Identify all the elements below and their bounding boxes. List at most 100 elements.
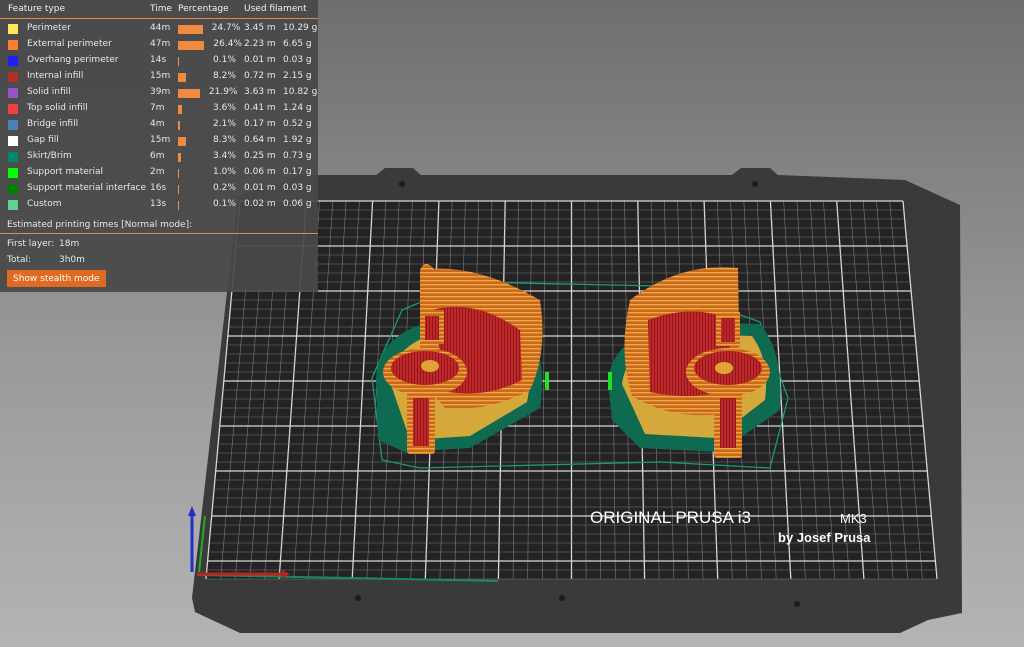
- feature-percentage: 0.2%: [213, 183, 236, 193]
- feature-filament-length: 0.01 m: [244, 183, 276, 193]
- feature-color-swatch[interactable]: [8, 40, 18, 50]
- legend-divider: [0, 233, 318, 234]
- first-layer-label: First layer:: [7, 239, 55, 249]
- feature-percentage-bar: [178, 137, 187, 146]
- feature-color-swatch[interactable]: [8, 24, 18, 34]
- feature-filament-length: 0.17 m: [244, 119, 276, 129]
- feature-name: Top solid infill: [27, 103, 88, 113]
- feature-percentage-bar: [178, 57, 179, 66]
- feature-time: 13s: [150, 199, 167, 209]
- feature-filament-length: 3.45 m: [244, 23, 276, 33]
- feature-time: 14s: [150, 55, 167, 65]
- feature-row: Skirt/Brim 6m 3.4% 0.25 m 0.73 g: [0, 149, 318, 165]
- header-used-filament: Used filament: [244, 4, 307, 14]
- feature-color-swatch[interactable]: [8, 200, 18, 210]
- feature-filament-weight: 0.03 g: [283, 183, 312, 193]
- header-time: Time: [150, 4, 173, 14]
- first-layer-value: 18m: [59, 239, 80, 249]
- feature-filament-length: 3.63 m: [244, 87, 276, 97]
- feature-filament-length: 2.23 m: [244, 39, 276, 49]
- feature-color-swatch[interactable]: [8, 88, 18, 98]
- feature-color-swatch[interactable]: [8, 104, 18, 114]
- bed-brand-text: ORIGINAL PRUSA i3: [590, 508, 751, 527]
- feature-filament-length: 0.64 m: [244, 135, 276, 145]
- feature-percentage: 0.1%: [213, 199, 236, 209]
- feature-name: Internal infill: [27, 71, 84, 81]
- feature-row: Solid infill 39m 21.9% 3.63 m 10.82 g: [0, 85, 318, 101]
- feature-name: Perimeter: [27, 23, 71, 33]
- feature-row: Support material interface 16s 0.2% 0.01 m 0…: [0, 181, 318, 197]
- feature-name: Skirt/Brim: [27, 151, 72, 161]
- feature-row: Bridge infill 4m 2.1% 0.17 m 0.52 g: [0, 117, 318, 133]
- feature-color-swatch[interactable]: [8, 168, 18, 178]
- feature-row: Support material 2m 1.0% 0.06 m 0.17 g: [0, 165, 318, 181]
- feature-time: 16s: [150, 183, 167, 193]
- feature-percentage-bar: [178, 73, 187, 82]
- feature-filament-weight: 0.73 g: [283, 151, 312, 161]
- feature-row: Perimeter 44m 24.7% 3.45 m 10.29 g: [0, 21, 318, 37]
- total-value: 3h0m: [59, 255, 85, 265]
- feature-percentage-bar: [178, 153, 182, 162]
- feature-name: Custom: [27, 199, 62, 209]
- feature-percentage-bar: [178, 105, 182, 114]
- feature-filament-weight: 0.52 g: [283, 119, 312, 129]
- feature-filament-weight: 10.82 g: [283, 87, 318, 97]
- feature-color-swatch[interactable]: [8, 184, 18, 194]
- feature-time: 6m: [150, 151, 165, 161]
- estimated-times-title: Estimated printing times [Normal mode]:: [7, 220, 193, 230]
- feature-color-swatch[interactable]: [8, 72, 18, 82]
- show-stealth-mode-button[interactable]: Show stealth mode: [7, 270, 106, 287]
- feature-percentage: 0.1%: [213, 55, 236, 65]
- feature-row: Gap fill 15m 8.3% 0.64 m 1.92 g: [0, 133, 318, 149]
- feature-filament-length: 0.06 m: [244, 167, 276, 177]
- feature-time: 15m: [150, 71, 171, 81]
- feature-color-swatch[interactable]: [8, 56, 18, 66]
- feature-filament-weight: 1.92 g: [283, 135, 312, 145]
- feature-percentage-bar: [178, 89, 200, 98]
- feature-percentage: 21.9%: [208, 87, 238, 97]
- feature-percentage: 2.1%: [213, 119, 236, 129]
- feature-row: External perimeter 47m 26.4% 2.23 m 6.65 g: [0, 37, 318, 53]
- feature-row: Top solid infill 7m 3.6% 0.41 m 1.24 g: [0, 101, 318, 117]
- feature-name: Support material interface: [27, 183, 147, 193]
- feature-name: Bridge infill: [27, 119, 79, 129]
- feature-percentage-bar: [178, 121, 181, 130]
- feature-percentage-bar: [178, 201, 179, 210]
- feature-percentage: 3.6%: [213, 103, 236, 113]
- feature-filament-weight: 0.17 g: [283, 167, 312, 177]
- feature-name: Support material: [27, 167, 104, 177]
- feature-filament-weight: 1.24 g: [283, 103, 312, 113]
- feature-filament-weight: 0.03 g: [283, 55, 312, 65]
- feature-filament-weight: 10.29 g: [283, 23, 318, 33]
- feature-name: Gap fill: [27, 135, 59, 145]
- header-feature-type: Feature type: [8, 4, 65, 14]
- feature-filament-weight: 6.65 g: [283, 39, 312, 49]
- feature-filament-length: 0.41 m: [244, 103, 276, 113]
- feature-percentage: 26.4%: [213, 39, 242, 49]
- feature-percentage: 8.3%: [213, 135, 236, 145]
- feature-color-swatch[interactable]: [8, 136, 18, 146]
- feature-time: 2m: [150, 167, 165, 177]
- feature-color-swatch[interactable]: [8, 152, 18, 162]
- total-label: Total:: [7, 255, 32, 265]
- feature-time: 47m: [150, 39, 171, 49]
- feature-time: 15m: [150, 135, 171, 145]
- feature-time: 7m: [150, 103, 165, 113]
- feature-color-swatch[interactable]: [8, 120, 18, 130]
- legend-panel: Feature type Time Percentage Used filame…: [0, 0, 318, 292]
- feature-name: Solid infill: [27, 87, 71, 97]
- feature-row: Internal infill 15m 8.2% 0.72 m 2.15 g: [0, 69, 318, 85]
- feature-filament-length: 0.01 m: [244, 55, 276, 65]
- feature-filament-length: 0.02 m: [244, 199, 276, 209]
- feature-time: 44m: [150, 23, 171, 33]
- feature-filament-weight: 2.15 g: [283, 71, 312, 81]
- feature-filament-length: 0.72 m: [244, 71, 276, 81]
- feature-percentage: 3.4%: [213, 151, 236, 161]
- feature-percentage: 24.7%: [211, 23, 241, 33]
- feature-percentage: 1.0%: [213, 167, 236, 177]
- feature-percentage-bar: [178, 25, 203, 34]
- feature-percentage-bar: [178, 169, 179, 178]
- feature-time: 4m: [150, 119, 165, 129]
- feature-percentage: 8.2%: [213, 71, 236, 81]
- feature-filament-weight: 0.06 g: [283, 199, 312, 209]
